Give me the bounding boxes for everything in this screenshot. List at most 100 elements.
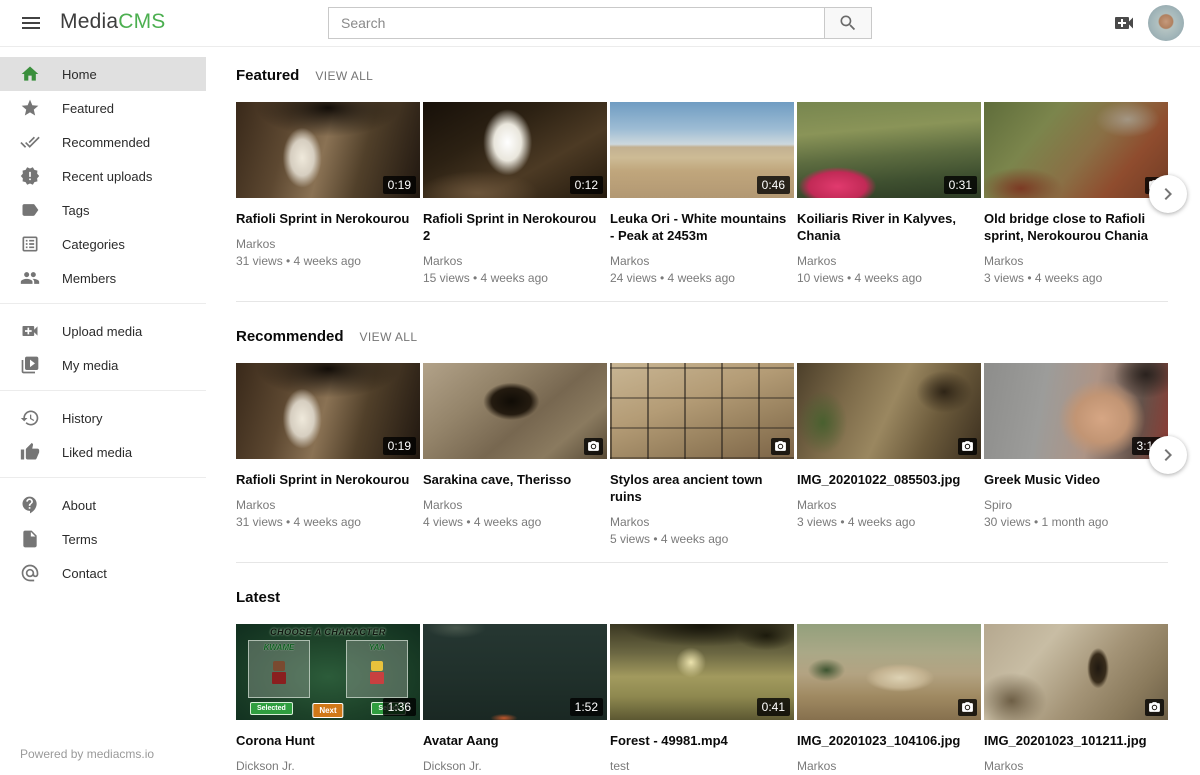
media-thumbnail[interactable]: 0:19 <box>236 363 420 459</box>
media-card[interactable]: Stylos area ancient town ruinsMarkos5 vi… <box>610 363 794 546</box>
media-card[interactable]: 0:19Rafioli Sprint in NerokourouMarkos31… <box>236 102 420 285</box>
media-author: test <box>610 759 794 773</box>
media-thumbnail[interactable] <box>984 624 1168 720</box>
media-thumbnail[interactable]: 0:41 <box>610 624 794 720</box>
media-thumbnail[interactable]: CHOOSE A CHARACTERKWAMEYAASelectedNextSe… <box>236 624 420 720</box>
sidebar-item-terms[interactable]: Terms <box>0 522 206 556</box>
sidebar-item-label: Upload media <box>62 324 142 339</box>
sidebar-item-upload-media[interactable]: Upload media <box>0 314 206 348</box>
sidebar-item-label: My media <box>62 358 118 373</box>
media-thumbnail[interactable] <box>423 363 607 459</box>
media-thumbnail[interactable] <box>610 363 794 459</box>
media-title[interactable]: Greek Music Video <box>984 471 1168 488</box>
media-card[interactable]: 0:31Koiliaris River in Kalyves, ChaniaMa… <box>797 102 981 285</box>
media-card[interactable]: 1:52Avatar AangDickson Jr.12 views • 1 w… <box>423 624 607 775</box>
upload-media-button[interactable] <box>1112 11 1136 35</box>
search-input[interactable] <box>328 7 825 39</box>
media-thumbnail[interactable]: 0:46 <box>610 102 794 198</box>
media-thumbnail[interactable]: 0:19 <box>236 102 420 198</box>
media-title[interactable]: IMG_20201023_104106.jpg <box>797 732 981 749</box>
media-title[interactable]: Stylos area ancient town ruins <box>610 471 794 505</box>
media-title[interactable]: Rafioli Sprint in Nerokourou <box>236 210 420 227</box>
scroll-next-button[interactable] <box>1149 175 1187 213</box>
media-title[interactable]: Avatar Aang <box>423 732 607 749</box>
media-meta: 31 views • 4 weeks ago <box>236 515 420 529</box>
media-title[interactable]: Leuka Ori - White mountains - Peak at 24… <box>610 210 794 244</box>
media-card[interactable]: 0:19Rafioli Sprint in NerokourouMarkos31… <box>236 363 420 546</box>
media-card[interactable]: 0:12Rafioli Sprint in Nerokourou 2Markos… <box>423 102 607 285</box>
media-thumbnail[interactable] <box>984 102 1168 198</box>
media-card[interactable]: 0:46 Leuka Ori - White mountains - Peak a… <box>610 102 794 285</box>
sidebar-item-label: Home <box>62 67 97 82</box>
media-author: Markos <box>610 254 794 268</box>
camera-icon <box>961 440 974 453</box>
media-title[interactable]: IMG_20201022_085503.jpg <box>797 471 981 488</box>
media-card[interactable]: 3:11Greek Music VideoSpiro30 views • 1 m… <box>984 363 1168 546</box>
sidebar-item-categories[interactable]: Categories <box>0 227 206 261</box>
menu-icon[interactable] <box>19 11 43 35</box>
media-card[interactable]: Sarakina cave, TherissoMarkos4 views • 4… <box>423 363 607 546</box>
media-author: Markos <box>423 498 607 512</box>
sidebar-item-my-media[interactable]: My media <box>0 348 206 382</box>
history-icon <box>20 408 40 428</box>
duration-badge: 1:52 <box>570 698 603 716</box>
media-card[interactable]: 0:41Forest - 49981.mp4test17 views • 3 w… <box>610 624 794 775</box>
media-title[interactable]: Rafioli Sprint in Nerokourou 2 <box>423 210 607 244</box>
media-thumbnail[interactable] <box>797 624 981 720</box>
user-avatar[interactable] <box>1148 5 1184 41</box>
media-card[interactable]: CHOOSE A CHARACTERKWAMEYAASelectedNextSe… <box>236 624 420 775</box>
section-title: Recommended <box>236 328 344 345</box>
media-thumbnail[interactable] <box>797 363 981 459</box>
camera-badge <box>771 438 790 455</box>
sidebar-item-about[interactable]: About <box>0 488 206 522</box>
media-thumbnail[interactable]: 0:31 <box>797 102 981 198</box>
camera-icon <box>961 701 974 714</box>
media-card[interactable]: IMG_20201023_104106.jpgMarkos4 views • 4… <box>797 624 981 775</box>
game-title-text: CHOOSE A CHARACTER <box>236 627 420 637</box>
sidebar-item-label: Recommended <box>62 135 150 150</box>
section-latest: Latest CHOOSE A CHARACTERKWAMEYAASelected… <box>236 589 1168 775</box>
media-title[interactable]: Old bridge close to Rafioli sprint, Nero… <box>984 210 1168 244</box>
media-author: Markos <box>984 759 1168 773</box>
sidebar-item-contact[interactable]: Contact <box>0 556 206 590</box>
sidebar-item-members[interactable]: Members <box>0 261 206 295</box>
media-author: Dickson Jr. <box>236 759 420 773</box>
sidebar-item-recent-uploads[interactable]: Recent uploads <box>0 159 206 193</box>
section-header: Latest <box>236 589 1168 606</box>
search-bar <box>328 7 872 39</box>
sidebar-footer: Powered by mediacms.io <box>0 733 206 775</box>
media-card[interactable]: Old bridge close to Rafioli sprint, Nero… <box>984 102 1168 285</box>
character-body <box>272 672 286 684</box>
media-thumbnail[interactable]: 1:52 <box>423 624 607 720</box>
view-all-link[interactable]: VIEW ALL <box>315 69 373 83</box>
media-thumbnail[interactable]: 3:11 <box>984 363 1168 459</box>
media-card[interactable]: IMG_20201022_085503.jpg Markos 3 views • 4… <box>797 363 981 546</box>
section-divider <box>236 301 1168 302</box>
media-title[interactable]: Rafioli Sprint in Nerokourou <box>236 471 420 488</box>
search-button[interactable] <box>824 7 872 39</box>
app-logo[interactable]: MediaCMS <box>60 10 165 34</box>
camera-badge <box>1145 699 1164 716</box>
media-title[interactable]: Koiliaris River in Kalyves, Chania <box>797 210 981 244</box>
sections-container: FeaturedVIEW ALL0:19Rafioli Sprint in Ne… <box>236 67 1168 775</box>
sidebar-item-featured[interactable]: Featured <box>0 91 206 125</box>
view-all-link[interactable]: VIEW ALL <box>360 330 418 344</box>
media-thumbnail[interactable]: 0:12 <box>423 102 607 198</box>
media-title[interactable]: IMG_20201023_101211.jpg <box>984 732 1168 749</box>
sidebar-item-tags[interactable]: Tags <box>0 193 206 227</box>
sidebar-item-recommended[interactable]: Recommended <box>0 125 206 159</box>
scroll-next-button[interactable] <box>1149 436 1187 474</box>
sidebar-item-liked-media[interactable]: Liked media <box>0 435 206 469</box>
media-title[interactable]: Forest - 49981.mp4 <box>610 732 794 749</box>
media-title[interactable]: Corona Hunt <box>236 732 420 749</box>
sidebar-item-history[interactable]: History <box>0 401 206 435</box>
sidebar-item-home[interactable]: Home <box>0 57 206 91</box>
logo-text-media: Media <box>60 10 118 33</box>
game-right-character <box>369 661 385 684</box>
media-author: Markos <box>797 498 981 512</box>
section-recommended: Recommended VIEW ALL 0:19 Rafioli Sprint in… <box>236 328 1168 563</box>
media-card[interactable]: IMG_20201023_101211.jpgMarkos4 views • 4… <box>984 624 1168 775</box>
section-divider <box>236 562 1168 563</box>
media-title[interactable]: Sarakina cave, Therisso <box>423 471 607 488</box>
media-meta: 3 views • 4 weeks ago <box>797 515 981 529</box>
